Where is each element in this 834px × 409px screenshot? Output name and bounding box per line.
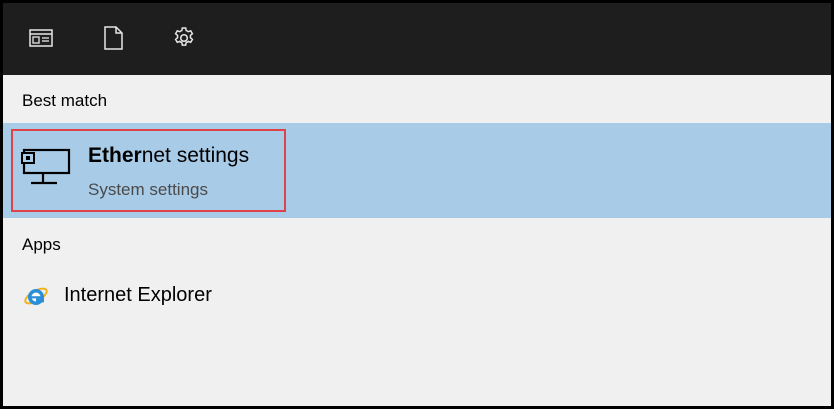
apps-heading: Apps xyxy=(22,235,61,254)
best-match-result-ethernet-settings[interactable]: Ethernet settings System settings xyxy=(3,123,831,218)
ethernet-network-icon xyxy=(21,148,71,185)
best-match-heading: Best match xyxy=(22,91,108,110)
app-label: Internet Explorer xyxy=(64,284,212,306)
internet-explorer-icon xyxy=(24,287,48,305)
result-title-match: Ether xyxy=(88,144,142,167)
settings-gear-icon[interactable] xyxy=(171,25,197,51)
documents-filter-icon[interactable] xyxy=(100,25,126,51)
app-item-internet-explorer[interactable]: Internet Explorer xyxy=(3,271,831,319)
apps-filter-icon[interactable] xyxy=(28,25,54,51)
result-title: Ethernet settings xyxy=(88,144,249,168)
result-title-rest: net settings xyxy=(141,144,250,167)
result-subtitle: System settings xyxy=(88,180,208,199)
search-filter-bar xyxy=(3,3,831,75)
search-panel: Best match Ethernet settings System sett… xyxy=(0,0,834,409)
